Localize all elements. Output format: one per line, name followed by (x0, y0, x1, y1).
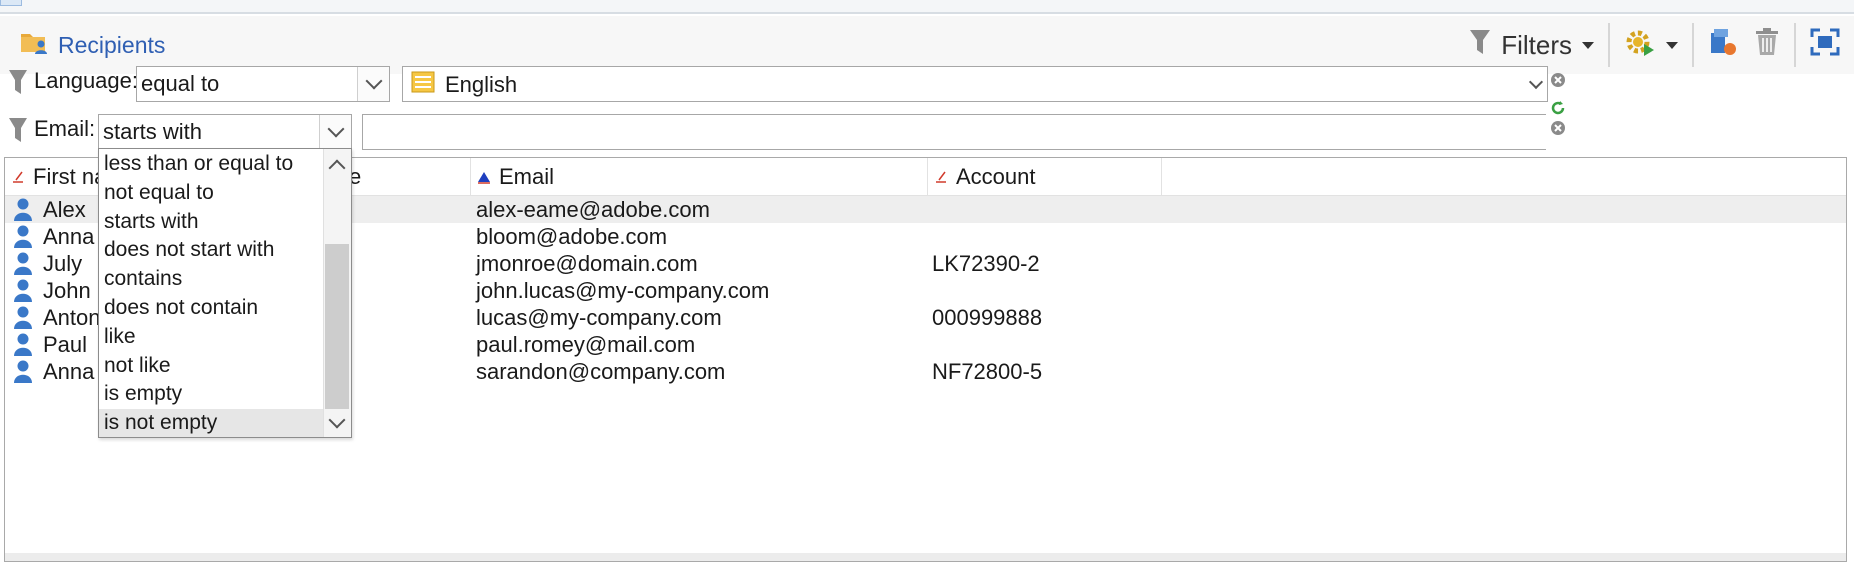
actions-button[interactable] (1616, 24, 1686, 66)
filter-label-email: Email: (34, 116, 96, 141)
cell-first-name: Paul (43, 332, 88, 357)
operator-dropdown-list: less than or equal to not equal to start… (98, 148, 352, 438)
dropdown-scrollbar[interactable] (323, 149, 351, 437)
top-tab[interactable] (0, 0, 22, 6)
delete-button[interactable] (1746, 24, 1788, 66)
cell-email: jmonroe@domain.com (476, 251, 698, 276)
funnel-icon (8, 68, 28, 102)
dropdown-option-highlighted[interactable]: is not empty (99, 409, 323, 437)
cell-email: alex-eame@adobe.com (476, 197, 710, 222)
cell-email: bloom@adobe.com (476, 224, 668, 249)
cell-first-name: Anton (43, 305, 101, 330)
column-header-label: Account (956, 164, 1036, 189)
filter-row-email: Email: starts with (0, 110, 1854, 152)
email-row-actions (1550, 116, 1566, 142)
toolbar-separator (1608, 23, 1610, 67)
toolbar-separator (1794, 23, 1796, 67)
chevron-down-icon[interactable] (1527, 73, 1545, 97)
language-value-select[interactable]: English (402, 66, 1548, 102)
cell-email: john.lucas@my-company.com (476, 278, 770, 303)
sort-ascending-icon (477, 164, 491, 190)
dropdown-option[interactable]: contains (99, 265, 323, 294)
person-icon (13, 359, 33, 389)
dropdown-option[interactable]: does not contain (99, 294, 323, 323)
chevron-down-icon[interactable] (319, 115, 351, 149)
filters-button[interactable]: Filters (1461, 24, 1602, 66)
trash-icon (1754, 27, 1780, 63)
list-icon (411, 71, 435, 99)
dropdown-option[interactable]: starts with (99, 208, 323, 237)
cell-first-name: Anna (43, 359, 95, 384)
maximize-button[interactable] (1802, 24, 1854, 66)
maximize-icon (1810, 28, 1840, 62)
chevron-down-icon[interactable] (357, 67, 389, 101)
chevron-up-icon[interactable] (323, 153, 351, 177)
language-value: English (411, 71, 517, 99)
column-header-label: Email (499, 164, 555, 189)
language-operator-select[interactable]: equal to (136, 66, 390, 102)
cell-account: NF72800-5 (932, 359, 1043, 384)
import-button[interactable] (1700, 24, 1746, 66)
dropdown-option[interactable]: not equal to (99, 179, 323, 208)
title-area: Recipients (20, 28, 165, 62)
cell-email: paul.romey@mail.com (476, 332, 696, 357)
filters-label: Filters (1501, 29, 1572, 60)
dropdown-option[interactable]: less than or equal to (99, 150, 323, 179)
remove-filter-icon[interactable] (1550, 116, 1566, 142)
dropdown-option[interactable]: like (99, 323, 323, 352)
cell-email: lucas@my-company.com (476, 305, 722, 330)
cell-account: LK72390-2 (932, 251, 1040, 276)
funnel-icon (8, 116, 28, 150)
column-header-account[interactable]: Account (928, 158, 1162, 196)
sort-none-icon (934, 164, 948, 190)
toolbar-separator (1692, 23, 1694, 67)
folder-user-icon (20, 29, 48, 61)
cell-email: sarandon@company.com (476, 359, 726, 384)
cell-first-name: John (43, 278, 91, 303)
filter-row-language: Language: equal to English (0, 62, 1854, 115)
chevron-down-icon (1666, 41, 1678, 49)
cell-first-name: Alex (43, 197, 86, 222)
dropdown-option[interactable]: does not start with (99, 236, 323, 265)
email-value-input[interactable] (362, 114, 1546, 150)
dropdown-option[interactable]: not like (99, 352, 323, 381)
sort-none-icon (11, 164, 25, 190)
chevron-down-icon[interactable] (323, 411, 351, 435)
cell-first-name: Anna (43, 224, 95, 249)
email-operator-select[interactable]: starts with (98, 114, 352, 150)
filter-label-language: Language: (34, 68, 138, 93)
language-operator-value: equal to (141, 71, 220, 96)
chevron-down-icon (1582, 41, 1594, 49)
funnel-icon (1469, 28, 1491, 62)
window-top-strip (0, 0, 1854, 14)
page-title: Recipients (58, 31, 166, 58)
dropdown-option[interactable]: is empty (99, 380, 323, 409)
cell-first-name: July (43, 251, 83, 276)
gear-play-icon (1624, 26, 1656, 64)
cell-account: 000999888 (932, 305, 1043, 330)
import-icon (1708, 27, 1738, 63)
column-header-last-name[interactable]: e (349, 158, 471, 196)
column-header-email[interactable]: Email (471, 158, 928, 196)
email-operator-value: starts with (103, 119, 203, 144)
language-value-text: English (445, 72, 518, 97)
scrollbar-thumb[interactable] (325, 244, 349, 409)
horizontal-scrollbar[interactable] (5, 553, 1846, 561)
remove-filter-icon[interactable] (1550, 68, 1566, 94)
